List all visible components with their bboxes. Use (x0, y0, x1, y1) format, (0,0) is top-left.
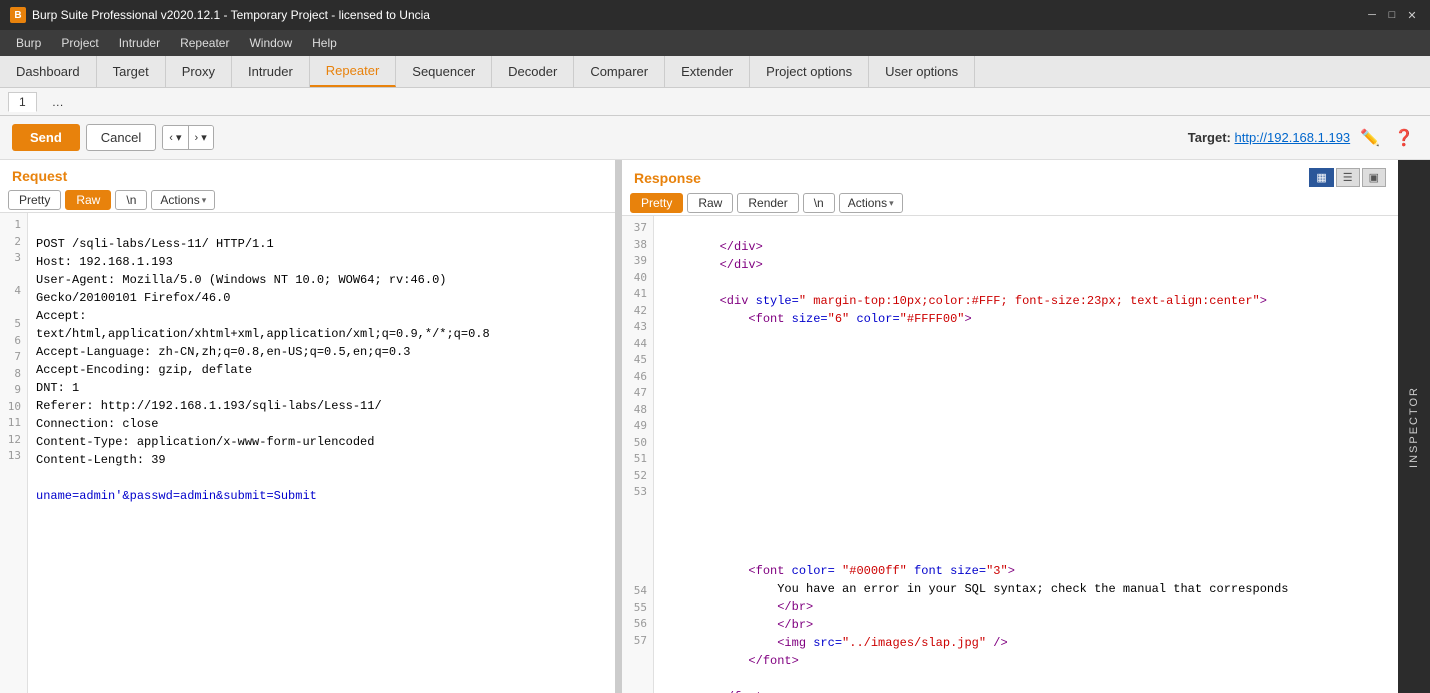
repeater-toolbar: Send Cancel ‹ ▾ › ▾ Target: http://192.1… (0, 116, 1430, 160)
app-icon: B (10, 7, 26, 23)
response-pane: Response ▦ ☰ ▣ Pretty Raw Render \n Acti… (622, 160, 1398, 693)
repeater-tab-dots[interactable]: … (41, 92, 75, 112)
tab-sequencer[interactable]: Sequencer (396, 56, 492, 87)
view-toggle-buttons: ▦ ☰ ▣ (1309, 168, 1386, 187)
response-raw-btn[interactable]: Raw (687, 193, 733, 213)
titlebar: B Burp Suite Professional v2020.12.1 - T… (0, 0, 1430, 30)
maximize-button[interactable]: □ (1384, 7, 1400, 23)
repeater-tab-1[interactable]: 1 (8, 92, 37, 112)
next-button[interactable]: › ▾ (189, 126, 213, 149)
response-hex-btn[interactable]: \n (803, 193, 835, 213)
response-line-numbers: 37 38 39 40 41 42 43 44 45 46 47 48 49 5… (622, 216, 654, 693)
navigation-arrows: ‹ ▾ › ▾ (162, 125, 214, 150)
request-toolbar: Pretty Raw \n Actions ▾ (0, 188, 615, 213)
main-content: Request Pretty Raw \n Actions ▾ 1 2 3 4 … (0, 160, 1430, 693)
menubar: Burp Project Intruder Repeater Window He… (0, 30, 1430, 56)
response-title: Response (634, 170, 701, 186)
request-pretty-btn[interactable]: Pretty (8, 190, 61, 210)
edit-target-button[interactable]: ✏️ (1356, 126, 1384, 150)
target-label: Target: http://192.168.1.193 (1188, 130, 1350, 145)
tab-project-options[interactable]: Project options (750, 56, 869, 87)
response-pretty-btn[interactable]: Pretty (630, 193, 683, 213)
close-button[interactable]: ✕ (1404, 7, 1420, 23)
tab-proxy[interactable]: Proxy (166, 56, 232, 87)
minimize-button[interactable]: ─ (1364, 7, 1380, 23)
prev-button[interactable]: ‹ ▾ (163, 126, 188, 149)
tab-intruder[interactable]: Intruder (232, 56, 310, 87)
menu-burp[interactable]: Burp (6, 33, 51, 53)
request-line-numbers: 1 2 3 4 5 6 7 8 9 10 11 12 13 (0, 213, 28, 693)
nav-tabbar: Dashboard Target Proxy Intruder Repeater… (0, 56, 1430, 88)
view-split-horizontal-button[interactable]: ▦ (1309, 168, 1333, 187)
view-list-button[interactable]: ☰ (1336, 168, 1360, 187)
view-panel-button[interactable]: ▣ (1362, 168, 1386, 187)
menu-intruder[interactable]: Intruder (109, 33, 170, 53)
request-title: Request (0, 160, 615, 188)
window-title: Burp Suite Professional v2020.12.1 - Tem… (32, 8, 430, 22)
response-render-btn[interactable]: Render (737, 193, 798, 213)
request-actions-dropdown[interactable]: Actions ▾ (151, 190, 215, 210)
menu-repeater[interactable]: Repeater (170, 33, 239, 53)
request-raw-btn[interactable]: Raw (65, 190, 111, 210)
response-header-row: Response ▦ ☰ ▣ (622, 160, 1398, 191)
response-toolbar: Pretty Raw Render \n Actions ▾ (622, 191, 1398, 216)
menu-project[interactable]: Project (51, 33, 108, 53)
response-code-content[interactable]: </div> </div> <div style=" margin-top:10… (654, 216, 1398, 693)
response-actions-chevron-icon: ▾ (889, 198, 894, 209)
response-code-area[interactable]: 37 38 39 40 41 42 43 44 45 46 47 48 49 5… (622, 216, 1398, 693)
send-button[interactable]: Send (12, 124, 80, 151)
tab-dashboard[interactable]: Dashboard (0, 56, 97, 87)
tab-extender[interactable]: Extender (665, 56, 750, 87)
window-controls: ─ □ ✕ (1364, 7, 1420, 23)
request-hex-btn[interactable]: \n (115, 190, 147, 210)
inspector-panel[interactable]: INSPECTOR (1398, 160, 1430, 693)
tab-user-options[interactable]: User options (869, 56, 975, 87)
menu-window[interactable]: Window (239, 33, 302, 53)
repeater-session-tabs: 1 … (0, 88, 1430, 116)
tab-repeater[interactable]: Repeater (310, 56, 396, 87)
request-pane: Request Pretty Raw \n Actions ▾ 1 2 3 4 … (0, 160, 618, 693)
request-code-area[interactable]: 1 2 3 4 5 6 7 8 9 10 11 12 13 POST /sqli… (0, 213, 615, 693)
tab-target[interactable]: Target (97, 56, 166, 87)
target-url: http://192.168.1.193 (1235, 130, 1351, 145)
actions-chevron-icon: ▾ (202, 195, 207, 206)
menu-help[interactable]: Help (302, 33, 347, 53)
inspector-label: INSPECTOR (1408, 386, 1420, 468)
tab-decoder[interactable]: Decoder (492, 56, 574, 87)
tab-comparer[interactable]: Comparer (574, 56, 665, 87)
response-actions-dropdown[interactable]: Actions ▾ (839, 193, 903, 213)
help-button[interactable]: ❓ (1390, 126, 1418, 150)
cancel-button[interactable]: Cancel (86, 124, 156, 151)
request-code-content[interactable]: POST /sqli-labs/Less-11/ HTTP/1.1 Host: … (28, 213, 615, 693)
